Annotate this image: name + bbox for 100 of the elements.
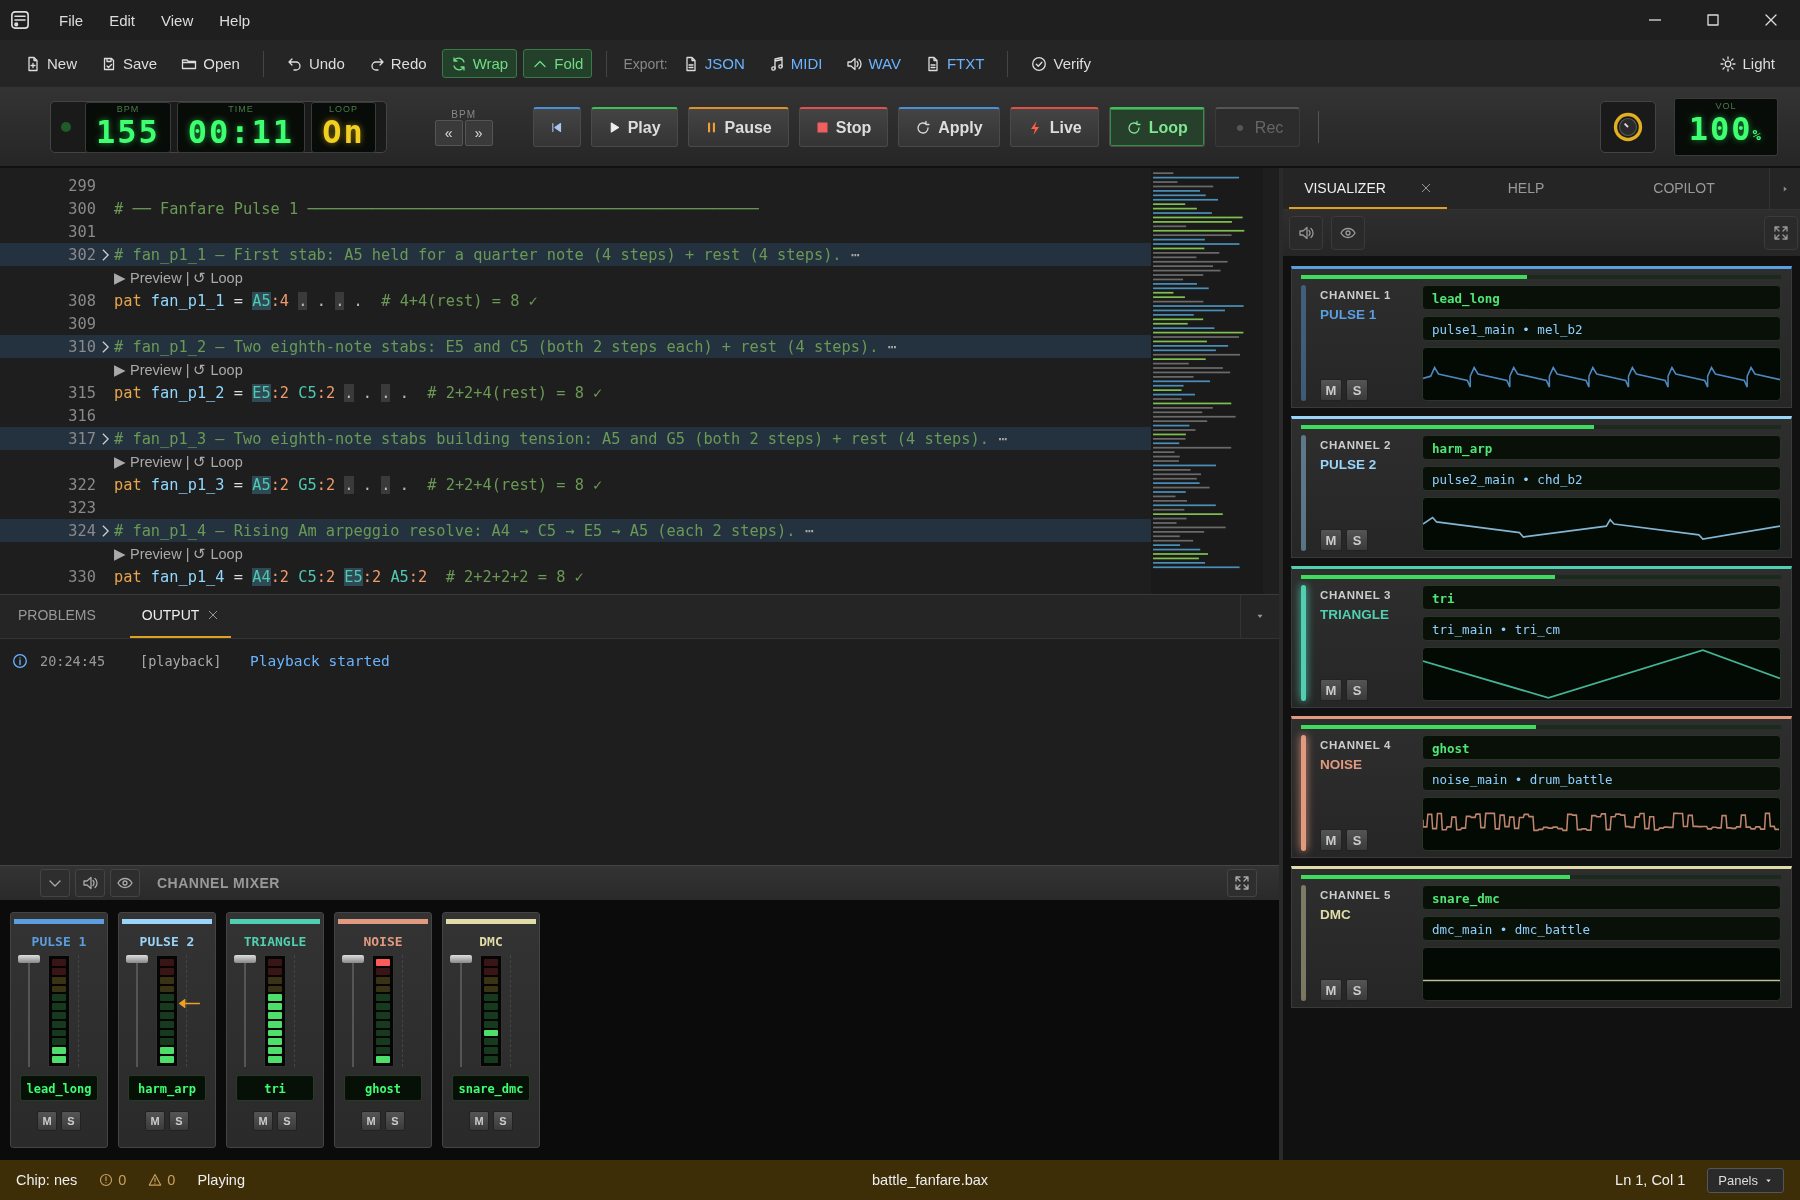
mute-button[interactable]: M [145,1111,165,1131]
expand-icon [1234,874,1250,891]
channel-name: PULSE 1 [31,934,87,949]
preview-link[interactable]: ▶ Preview [114,361,182,378]
toolbar-button[interactable]: Verify [1022,49,1100,78]
volume-fader[interactable] [234,955,256,1067]
mute-button[interactable]: M [1320,679,1342,701]
transport-button[interactable]: Live [1009,107,1099,147]
close-icon[interactable] [207,609,220,622]
line-number: 322 [67,475,96,494]
toolbar-button[interactable]: Redo [359,49,436,78]
menu-item[interactable]: View [148,7,207,33]
volume-fader[interactable] [450,955,472,1067]
visibility-button[interactable] [110,868,140,897]
fold-chevron-icon[interactable] [100,431,110,446]
expand-button[interactable] [1227,868,1257,897]
toolbar-button[interactable]: Fold [523,49,593,78]
solo-button[interactable]: S [493,1111,513,1131]
volume-fader[interactable] [342,955,364,1067]
toolbar-button[interactable]: Save [92,49,167,78]
audio-button[interactable] [1289,216,1323,250]
pattern-display: harm_arp [128,1075,206,1101]
mute-button[interactable]: M [1320,979,1342,1001]
visibility-button[interactable] [1331,216,1365,250]
close-icon [1763,12,1779,28]
solo-button[interactable]: S [61,1111,81,1131]
mute-button[interactable]: M [361,1111,381,1131]
bpm-label: BPM [451,108,476,120]
loop-link[interactable]: ↺ Loop [193,453,243,470]
menu-item[interactable]: File [46,7,97,33]
solo-button[interactable]: S [385,1111,405,1131]
transport-button[interactable] [532,107,581,147]
toolbar-button[interactable]: Open [172,49,249,78]
display-label: VOL [1715,101,1737,111]
new-file-icon [25,55,41,72]
status-led [61,122,71,132]
transport-button[interactable]: Pause [687,107,789,147]
expand-button[interactable] [1764,216,1798,250]
transport-button[interactable]: Loop [1108,107,1205,147]
close-icon[interactable] [1419,181,1432,194]
solo-button[interactable]: S [1346,679,1368,701]
volume-fader[interactable] [126,955,148,1067]
toolbar-button[interactable]: Wrap [441,49,518,78]
fold-chevron-icon[interactable] [100,339,110,354]
fold-chevron-icon[interactable] [100,523,110,538]
mute-button[interactable]: M [37,1111,57,1131]
panel-tab[interactable]: PROBLEMS [6,594,108,638]
minimap-drawing[interactable] [1151,168,1263,594]
solo-button[interactable]: S [1346,379,1368,401]
maximize-icon [1705,12,1721,28]
mute-button[interactable]: M [1320,379,1342,401]
toolbar-button[interactable]: MIDI [759,49,832,78]
solo-button[interactable]: S [1346,529,1368,551]
pattern-display: tri [236,1075,314,1101]
loop-link[interactable]: ↺ Loop [193,361,243,378]
solo-button[interactable]: S [1346,829,1368,851]
mute-all-button[interactable] [75,868,105,897]
volume-knob[interactable] [1599,101,1656,153]
refresh-icon [450,55,467,72]
mute-button[interactable]: M [469,1111,489,1131]
mute-button[interactable]: M [253,1111,273,1131]
line-number: 299 [67,176,96,195]
mute-button[interactable]: M [1320,829,1342,851]
pattern-path: pulse1_main • mel_b2 [1422,316,1781,341]
channel-label: CHANNEL 2 [1320,439,1392,451]
code-line: # fan_p1_1 — First stab: A5 held for a quarter note (4 steps) + rest (4 steps). ⋯ [114,245,860,264]
loop-link[interactable]: ↺ Loop [193,545,243,562]
preview-link[interactable]: ▶ Preview [114,545,182,562]
channel-label: CHANNEL 3 [1320,589,1392,601]
transport-button[interactable]: Play [590,107,678,147]
panel-tab[interactable]: HELP [1447,168,1605,209]
preview-link[interactable]: ▶ Preview [114,453,182,470]
toolbar-button[interactable]: JSON [673,49,754,78]
bpm-nudge-button[interactable]: « [434,119,463,146]
transport-button[interactable]: Stop [798,107,889,147]
panels-button[interactable]: Panels [1707,1167,1784,1193]
solo-button[interactable]: S [169,1111,189,1131]
pattern-path: noise_main • drum_battle [1422,766,1781,791]
volume-fader[interactable] [18,955,40,1067]
line-number: 330 [67,567,96,586]
log-time: 20:24:45 [40,652,107,669]
toolbar-button[interactable]: FTXT [915,49,994,78]
mute-button[interactable]: M [1320,529,1342,551]
solo-button[interactable]: S [277,1111,297,1131]
code-line: pat fan_p1_1 = A5:4 . . . . # 4+4(rest) = 8 ✓ [114,291,538,310]
toolbar-button[interactable]: Undo [277,49,354,78]
panel-tab[interactable]: COPILOT [1605,168,1763,209]
theme-button[interactable]: Light [1711,49,1784,78]
toolbar-button[interactable]: WAV [837,49,910,78]
fold-chevron-icon[interactable] [100,247,110,262]
solo-button[interactable]: S [1346,979,1368,1001]
toolbar-button[interactable]: New [16,49,86,78]
pattern-display: snare_dmc [452,1075,530,1101]
transport-button[interactable]: Apply [898,107,1000,147]
panel-tab[interactable]: OUTPUT [129,594,232,638]
menu-item[interactable]: Help [206,7,264,33]
preview-link[interactable]: ▶ Preview [114,269,182,286]
loop-link[interactable]: ↺ Loop [193,269,243,286]
bpm-nudge-button[interactable]: » [464,119,493,146]
menu-item[interactable]: Edit [96,7,149,33]
